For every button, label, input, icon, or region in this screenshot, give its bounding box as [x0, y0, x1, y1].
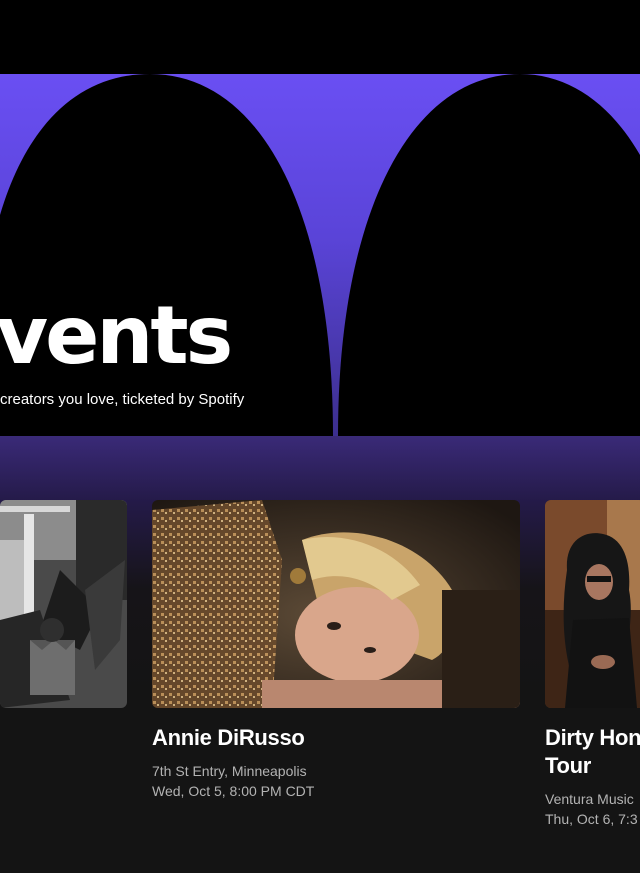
event-title[interactable]: Dirty Hon — [545, 724, 640, 752]
bw-porch-photo — [0, 500, 127, 708]
top-bar — [0, 0, 640, 74]
event-title[interactable]: Annie DiRusso — [152, 724, 305, 752]
events-hero-banner: vents creators you love, ticketed by Spo… — [0, 74, 640, 436]
page-title: vents — [0, 289, 233, 382]
event-venue: Ventura Music — [545, 791, 634, 807]
event-card-image-1[interactable] — [0, 500, 127, 708]
event-datetime: Thu, Oct 6, 7:3 — [545, 811, 638, 827]
event-venue: 7th St Entry, Minneapolis — [152, 763, 307, 779]
long-haired-man-photo — [545, 500, 640, 708]
event-datetime: Wed, Oct 5, 8:00 PM CDT — [152, 783, 315, 799]
event-card-image-3[interactable] — [545, 500, 640, 708]
event-title-line2[interactable]: Tour — [545, 752, 591, 780]
woman-lying-on-arm-photo — [152, 500, 520, 708]
page-subtitle: creators you love, ticketed by Spotify — [0, 391, 245, 408]
event-card-image-2[interactable] — [152, 500, 520, 708]
